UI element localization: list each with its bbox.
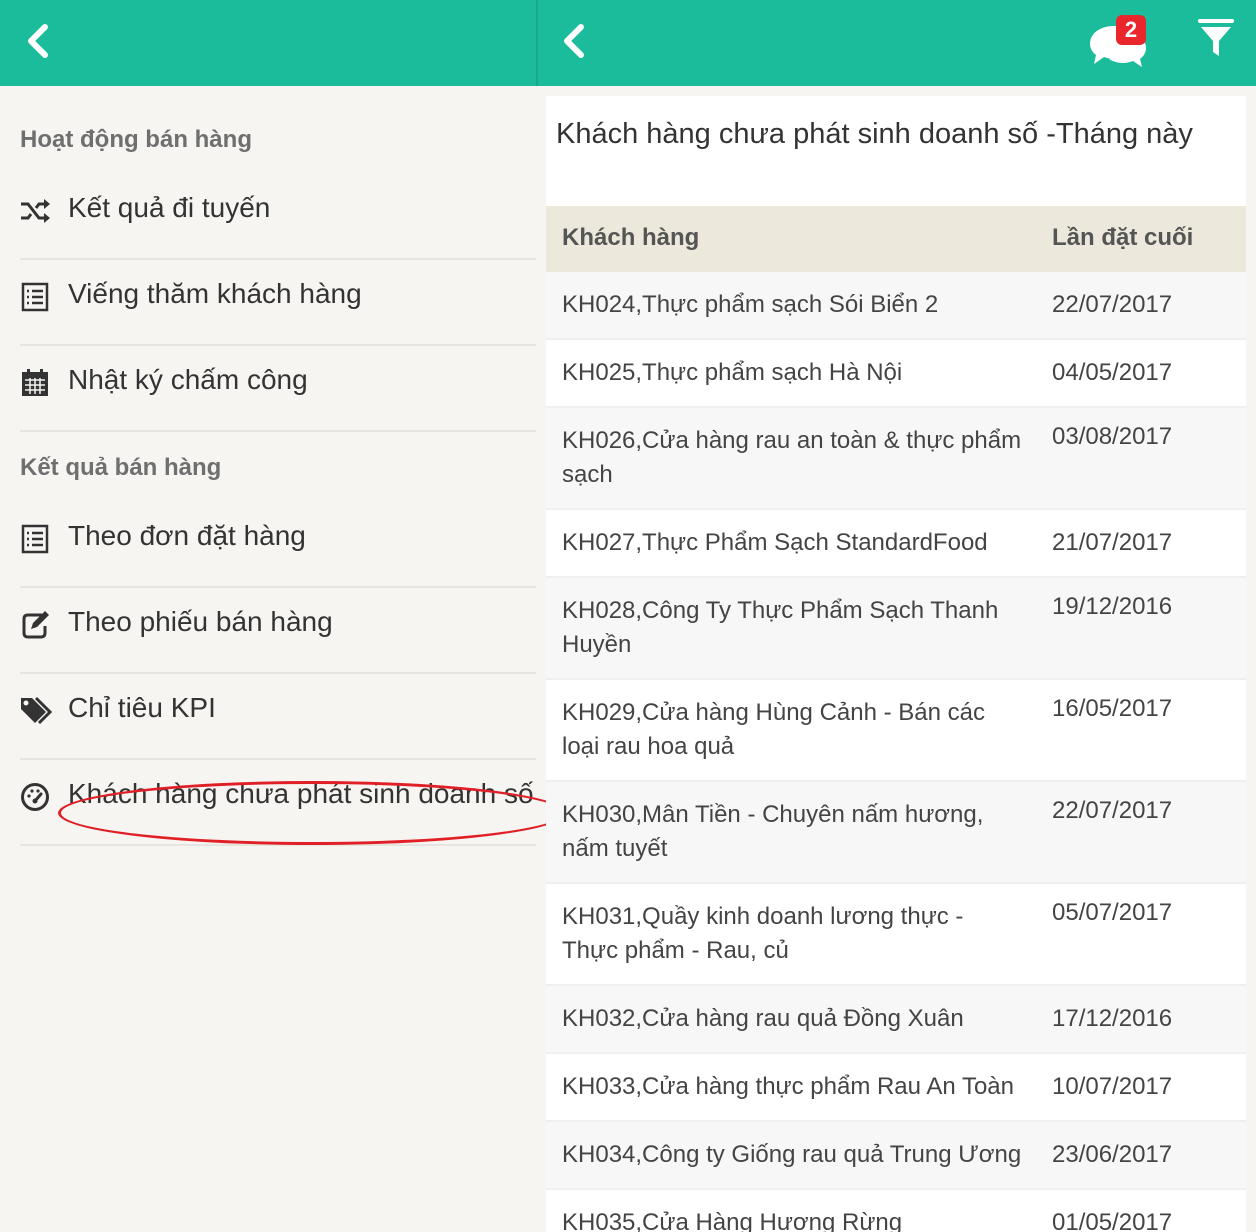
back-chevron-icon <box>564 24 584 58</box>
sidebar-item-label: Chỉ tiêu KPI <box>68 692 216 723</box>
column-header-customer: Khách hàng <box>562 224 700 251</box>
last-order-date-cell: 22/07/2017 <box>1052 291 1173 318</box>
last-order-date-cell: 05/07/2017 <box>1052 899 1173 926</box>
shuffle-icon <box>21 199 50 223</box>
last-order-date-cell: 01/05/2017 <box>1052 1209 1173 1232</box>
section-title-activity: Hoạt động bán hàng <box>20 126 252 153</box>
table-header: Khách hàng Lần đặt cuối <box>546 206 1246 272</box>
customer-name-cell: KH026,Cửa hàng rau an toàn & thực phẩm s… <box>562 427 1022 488</box>
table-row[interactable]: KH032,Cửa hàng rau quả Đồng Xuân 17/12/20… <box>546 986 1246 1054</box>
list-icon <box>21 282 49 312</box>
last-order-date-cell: 19/12/2016 <box>1052 593 1173 620</box>
calendar-icon <box>22 369 48 396</box>
customer-name-cell: KH034,Công ty Giống rau quả Trung Ương <box>562 1141 1022 1168</box>
sidebar: Hoạt động bán hàng Kết quả đi tuyến Viến… <box>0 86 546 1232</box>
table-row[interactable]: KH034,Công ty Giống rau quả Trung Ương 23… <box>546 1122 1246 1190</box>
filter-funnel-icon[interactable] <box>1198 18 1234 60</box>
sidebar-item-label: Khách hàng chưa phát sinh doanh số <box>68 778 534 809</box>
edit-icon <box>22 611 49 639</box>
customer-name-cell: KH035,Cửa Hàng Hương Rừng <box>562 1209 903 1232</box>
last-order-date-cell: 17/12/2016 <box>1052 1005 1173 1032</box>
section-title-results: Kết quả bán hàng <box>20 454 222 481</box>
customer-name-cell: KH027,Thực Phẩm Sạch StandardFood <box>562 529 988 556</box>
sidebar-item-customer-visits[interactable]: Viếng thăm khách hàng <box>20 260 536 346</box>
table-row[interactable]: KH028,Công Ty Thực Phẩm Sạch Thanh Huyền… <box>546 578 1246 680</box>
table-row[interactable]: KH031,Quầy kinh doanh lương thực - Thực … <box>546 884 1246 986</box>
list-icon <box>21 524 49 554</box>
customer-name-cell: KH033,Cửa hàng thực phẩm Rau An Toàn <box>562 1073 1014 1100</box>
dashboard-icon <box>21 783 49 811</box>
last-order-date-cell: 23/06/2017 <box>1052 1141 1173 1168</box>
sidebar-item-label: Theo đơn đặt hàng <box>68 520 306 551</box>
tags-icon <box>21 696 53 725</box>
customer-table: KH024,Thực phẩm sạch Sói Biển 2 22/07/201… <box>546 272 1246 1232</box>
page-title: Khách hàng chưa phát sinh doanh số -Thán… <box>556 118 1193 150</box>
last-order-date-cell: 16/05/2017 <box>1052 695 1173 722</box>
sidebar-item-by-order[interactable]: Theo đơn đặt hàng <box>20 502 536 588</box>
back-button-left[interactable] <box>18 18 58 64</box>
table-row[interactable]: KH029,Cửa hàng Hùng Cảnh - Bán các loại … <box>546 680 1246 782</box>
customer-name-cell: KH028,Công Ty Thực Phẩm Sạch Thanh Huyền <box>562 597 999 658</box>
table-row[interactable]: KH033,Cửa hàng thực phẩm Rau An Toàn 10/0… <box>546 1054 1246 1122</box>
last-order-date-cell: 03/08/2017 <box>1052 423 1173 450</box>
back-chevron-icon <box>28 24 48 58</box>
table-row[interactable]: KH030,Mân Tiền - Chuyên nấm hương, nấm t… <box>546 782 1246 884</box>
report-panel: Khách hàng chưa phát sinh doanh số -Thán… <box>546 96 1246 1232</box>
customer-name-cell: KH029,Cửa hàng Hùng Cảnh - Bán các loại … <box>562 699 985 760</box>
notification-badge: 2 <box>1116 15 1146 45</box>
last-order-date-cell: 22/07/2017 <box>1052 797 1173 824</box>
right-header-bar: 2 <box>538 0 1256 86</box>
customer-name-cell: KH025,Thực phẩm sạch Hà Nội <box>562 359 903 386</box>
table-row[interactable]: KH026,Cửa hàng rau an toàn & thực phẩm s… <box>546 408 1246 510</box>
table-row[interactable]: KH027,Thực Phẩm Sạch StandardFood 21/07/2… <box>546 510 1246 578</box>
sidebar-item-label: Nhật ký chấm công <box>68 364 308 395</box>
customer-name-cell: KH030,Mân Tiền - Chuyên nấm hương, nấm t… <box>562 801 984 862</box>
last-order-date-cell: 21/07/2017 <box>1052 529 1173 556</box>
sidebar-item-timesheet[interactable]: Nhật ký chấm công <box>20 346 536 432</box>
table-row[interactable]: KH024,Thực phẩm sạch Sói Biển 2 22/07/201… <box>546 272 1246 340</box>
back-button-right[interactable] <box>554 18 594 64</box>
left-header-bar <box>0 0 536 86</box>
sidebar-item-by-sales-slip[interactable]: Theo phiếu bán hàng <box>20 588 536 674</box>
last-order-date-cell: 10/07/2017 <box>1052 1073 1173 1100</box>
sidebar-item-label: Theo phiếu bán hàng <box>68 606 333 637</box>
sidebar-item-label: Viếng thăm khách hàng <box>68 278 362 309</box>
customer-name-cell: KH031,Quầy kinh doanh lương thực - Thực … <box>562 903 964 964</box>
table-row[interactable]: KH035,Cửa Hàng Hương Rừng 01/05/2017 <box>546 1190 1246 1232</box>
sidebar-item-kpi[interactable]: Chỉ tiêu KPI <box>20 674 536 760</box>
customer-name-cell: KH032,Cửa hàng rau quả Đồng Xuân <box>562 1005 964 1032</box>
last-order-date-cell: 04/05/2017 <box>1052 359 1173 386</box>
sidebar-item-no-sales-customers[interactable]: Khách hàng chưa phát sinh doanh số <box>20 760 536 846</box>
column-header-last-order: Lần đặt cuối <box>1052 224 1194 251</box>
customer-name-cell: KH024,Thực phẩm sạch Sói Biển 2 <box>562 291 939 318</box>
sidebar-item-route-results[interactable]: Kết quả đi tuyến <box>20 174 536 260</box>
table-row[interactable]: KH025,Thực phẩm sạch Hà Nội 04/05/2017 <box>546 340 1246 408</box>
sidebar-item-label: Kết quả đi tuyến <box>68 192 271 223</box>
